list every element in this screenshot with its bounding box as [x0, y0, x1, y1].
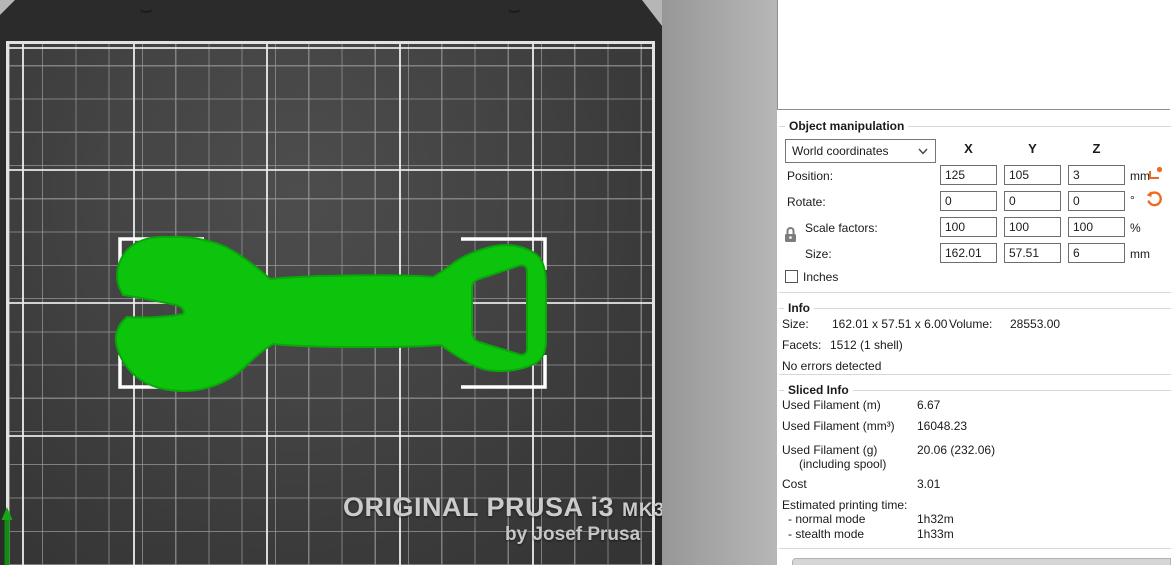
info-facets-label: Facets: [782, 338, 821, 352]
3d-viewport[interactable]: ORIGINAL PRUSA i3 MK3 by Josef Prusa [0, 0, 662, 565]
rotate-label: Rotate: [787, 195, 826, 209]
sliced-info-title: Sliced Info [784, 383, 853, 397]
sliced-row-value: 1h33m [917, 527, 954, 541]
info-volume-value: 28553.00 [1010, 317, 1060, 331]
info-volume-label: Volume: [949, 317, 992, 331]
object-manipulation-title: Object manipulation [785, 119, 908, 133]
sliced-row-value: 16048.23 [917, 419, 967, 433]
sliced-row-label: (including spool) [799, 457, 886, 471]
rotate-z-input[interactable] [1068, 191, 1125, 211]
inches-checkbox[interactable] [785, 270, 798, 283]
size-x-input[interactable] [940, 243, 997, 263]
sliced-row-value: 6.67 [917, 398, 940, 412]
size-z-input[interactable] [1068, 243, 1125, 263]
group-border [779, 548, 1171, 549]
sliced-row-value: 20.06 (232.06) [917, 443, 995, 457]
sliced-row-label: Used Filament (m) [782, 398, 881, 412]
sidebar-panel: Object manipulation World coordinates X … [777, 0, 1171, 565]
scale-y-input[interactable] [1004, 217, 1061, 237]
scale-x-input[interactable] [940, 217, 997, 237]
position-unit: mm [1130, 169, 1150, 183]
inches-label: Inches [803, 270, 838, 284]
info-size-value: 162.01 x 57.51 x 6.00 [832, 317, 947, 331]
info-facets-value: 1512 (1 shell) [830, 338, 903, 352]
sliced-row-value: 1h32m [917, 512, 954, 526]
splitter-sash[interactable] [662, 0, 777, 565]
size-y-input[interactable] [1004, 243, 1061, 263]
object-list[interactable] [777, 0, 1170, 110]
group-border [779, 308, 1171, 309]
group-border [779, 292, 1171, 293]
rotate-x-input[interactable] [940, 191, 997, 211]
prusaslicer-window: ORIGINAL PRUSA i3 MK3 by Josef Prusa [0, 0, 1171, 565]
position-label: Position: [787, 169, 833, 183]
sliced-row-label: - normal mode [788, 512, 865, 526]
position-z-input[interactable] [1068, 165, 1125, 185]
chevron-down-icon [918, 144, 928, 158]
axis-header-z: Z [1068, 141, 1125, 156]
group-border [779, 374, 1171, 375]
rotate-unit: ° [1130, 193, 1135, 207]
sliced-row-label: Used Filament (mm³) [782, 419, 895, 433]
sliced-row-label: Estimated printing time: [782, 498, 907, 512]
info-status: No errors detected [782, 359, 881, 373]
info-title: Info [784, 301, 814, 315]
sliced-row-value: 3.01 [917, 477, 940, 491]
scale-z-input[interactable] [1068, 217, 1125, 237]
sliced-row-label: Used Filament (g) [782, 443, 877, 457]
rotate-y-input[interactable] [1004, 191, 1061, 211]
axis-header-x: X [940, 141, 997, 156]
reset-rotation-icon[interactable] [1146, 191, 1163, 211]
wrench-model[interactable] [116, 237, 546, 391]
3d-scene-background: ORIGINAL PRUSA i3 MK3 by Josef Prusa [0, 0, 662, 565]
scale-unit: % [1130, 221, 1141, 235]
axis-header-y: Y [1004, 141, 1061, 156]
coordinate-system-select[interactable]: World coordinates [785, 139, 936, 163]
y-axis-arrow [2, 507, 13, 565]
size-unit: mm [1130, 247, 1150, 261]
uniform-scale-lock-icon[interactable] [783, 226, 798, 247]
info-size-label: Size: [782, 317, 809, 331]
coordinate-system-value: World coordinates [792, 144, 889, 158]
sliced-row-label: Cost [782, 477, 807, 491]
bottom-toolbar-edge [792, 558, 1171, 565]
position-x-input[interactable] [940, 165, 997, 185]
sliced-row-label: - stealth mode [788, 527, 864, 541]
position-y-input[interactable] [1004, 165, 1061, 185]
drop-to-bed-icon[interactable] [1148, 166, 1163, 184]
size-label: Size: [805, 247, 832, 261]
scale-label: Scale factors: [805, 221, 878, 235]
